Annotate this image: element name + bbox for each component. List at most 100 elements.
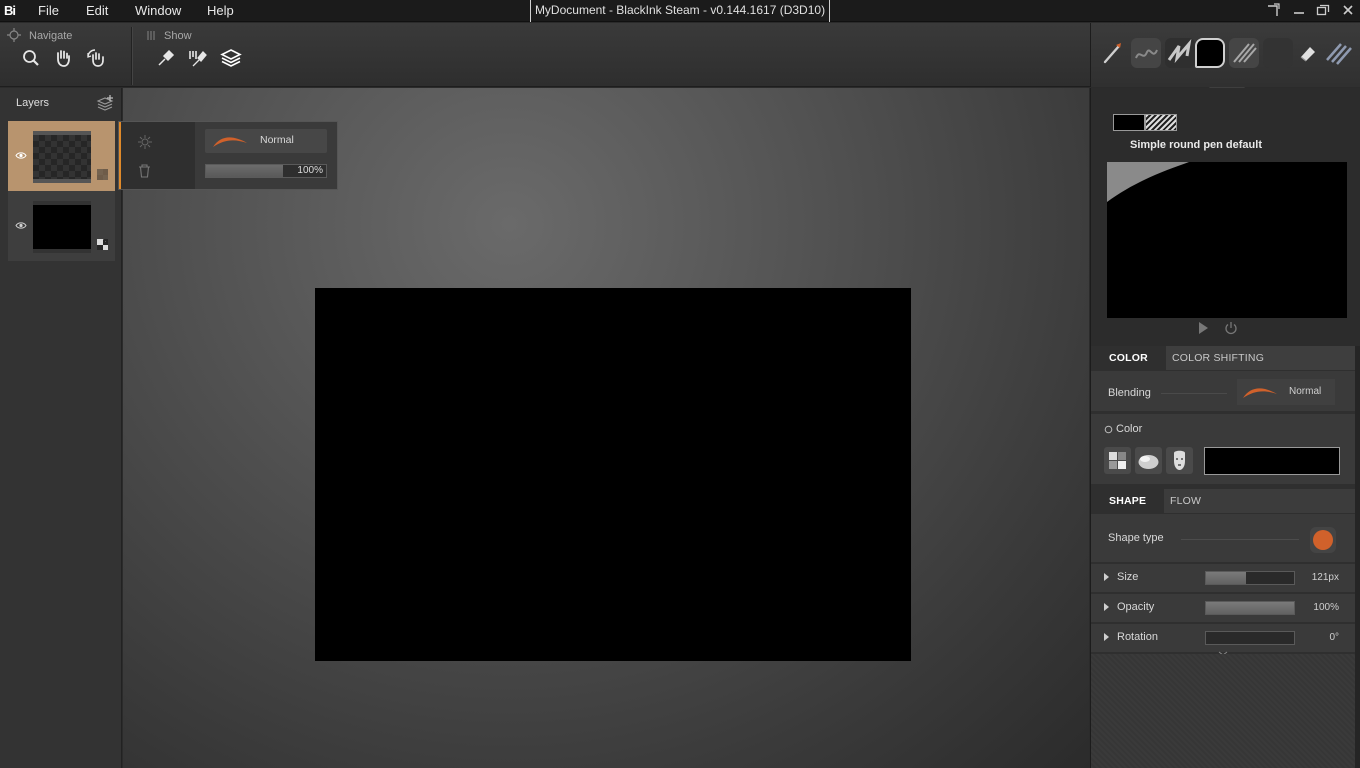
blackink-app: Bi File Edit Window Help MyDocument - Bl… — [0, 0, 1360, 768]
rotate-hand-icon[interactable] — [85, 47, 107, 69]
current-color-box[interactable] — [1204, 447, 1340, 475]
layer-properties-popup: Normal 100% — [118, 121, 338, 190]
show-layers-icon[interactable] — [220, 47, 242, 69]
color-from-image-button[interactable] — [1166, 447, 1193, 474]
blending-row: Blending Normal — [1091, 371, 1355, 411]
minimize-icon[interactable] — [1291, 2, 1307, 18]
layer-row-1[interactable] — [8, 121, 115, 191]
blending-divider — [1161, 393, 1227, 394]
layer-thumbnail-black — [33, 201, 91, 253]
hatch-preset[interactable] — [1229, 38, 1259, 68]
opacity-slider-fill — [1206, 602, 1294, 614]
color-grid-picker-button[interactable] — [1104, 447, 1131, 474]
drawing-canvas[interactable] — [315, 288, 911, 661]
shape-type-button[interactable] — [1310, 527, 1336, 553]
layer-effects-icon[interactable] — [137, 134, 153, 150]
play-preview-icon[interactable] — [1197, 321, 1209, 335]
restore-layout-icon[interactable] — [1265, 2, 1281, 18]
canvas-workspace[interactable] — [123, 88, 1089, 768]
layer-row-2[interactable] — [8, 191, 115, 261]
layer-opacity-slider[interactable]: 100% — [205, 164, 327, 178]
layer-thumbnail-transparent — [33, 131, 91, 183]
size-label: Size — [1117, 571, 1139, 583]
panel-scrollbar[interactable] — [1355, 346, 1360, 768]
layers-title: Layers — [16, 97, 50, 109]
scribble-preset[interactable] — [1131, 38, 1161, 68]
rotation-value: 0° — [1329, 632, 1339, 643]
tab-color-shifting[interactable]: COLOR SHIFTING — [1172, 346, 1264, 370]
primary-color-swatch[interactable] — [1113, 114, 1145, 131]
size-row[interactable]: Size 121px — [1091, 564, 1355, 592]
brush-stroke-preview — [1107, 162, 1347, 318]
rotation-slider[interactable] — [1205, 631, 1295, 645]
top-toolbar: Navigate Show — [0, 23, 1090, 87]
rotation-label: Rotation — [1117, 631, 1158, 643]
preview-power-icon[interactable] — [1224, 321, 1238, 335]
opacity-value: 100% — [1313, 602, 1339, 613]
menu-edit[interactable]: Edit — [86, 3, 108, 18]
texture-preset[interactable] — [1323, 38, 1353, 68]
show-brush-icon[interactable] — [155, 47, 177, 69]
navigate-icon — [7, 28, 21, 42]
brush-preview-area: Simple round pen default — [1091, 88, 1360, 346]
size-value: 121px — [1311, 572, 1339, 583]
show-brush-settings-icon[interactable] — [187, 47, 209, 69]
tab-flow[interactable]: FLOW — [1170, 489, 1201, 513]
shape-type-row: Shape type — [1091, 514, 1355, 562]
close-icon[interactable] — [1340, 2, 1356, 18]
layers-panel: Layers — [0, 88, 122, 768]
blending-label: Blending — [1108, 387, 1151, 399]
shape-type-label: Shape type — [1108, 532, 1164, 544]
color-radio-icon[interactable] — [1104, 425, 1113, 434]
color-tabs: COLOR COLOR SHIFTING — [1091, 346, 1360, 370]
layer-actions-column — [119, 122, 195, 189]
panel-empty-area — [1091, 654, 1355, 768]
opacity-slider[interactable] — [1205, 601, 1295, 615]
expand-opacity-icon[interactable] — [1104, 603, 1109, 611]
layer-transparency-icon[interactable] — [97, 239, 108, 250]
color-row: Color — [1091, 414, 1355, 484]
window-title: MyDocument - BlackInk Steam - v0.144.161… — [530, 0, 830, 22]
opacity-label: Opacity — [1117, 601, 1155, 613]
layer-opacity-value: 100% — [297, 165, 323, 176]
expand-size-icon[interactable] — [1104, 573, 1109, 581]
delete-layer-icon[interactable] — [138, 164, 151, 178]
layer-visibility-eye-icon[interactable] — [15, 221, 27, 230]
menu-file[interactable]: File — [38, 3, 59, 18]
title-bar: Bi File Edit Window Help MyDocument - Bl… — [0, 0, 1360, 22]
color-blend-mode-select[interactable]: Normal — [1237, 379, 1335, 405]
ink-preset[interactable] — [1165, 38, 1195, 68]
navigate-group-label: Navigate — [29, 30, 73, 42]
rotation-row[interactable]: Rotation 0° — [1091, 624, 1355, 652]
add-layer-icon[interactable] — [96, 94, 116, 112]
brush-presets-strip — [1090, 23, 1360, 95]
app-logo: Bi — [4, 3, 16, 18]
size-slider[interactable] — [1205, 571, 1295, 585]
expand-rotation-icon[interactable] — [1104, 633, 1109, 641]
pan-hand-icon[interactable] — [52, 47, 74, 69]
layer-blend-mode-value: Normal — [260, 134, 294, 146]
pen-preset-icon[interactable] — [1101, 40, 1125, 66]
brush-texture-swatch[interactable] — [1145, 114, 1177, 131]
brush-name: Simple round pen default — [1129, 139, 1262, 151]
blend-stroke-icon — [213, 137, 247, 147]
menu-help[interactable]: Help — [207, 3, 234, 18]
zoom-icon[interactable] — [20, 47, 42, 69]
eraser-preset-icon[interactable] — [1296, 41, 1320, 65]
blend-stroke-icon — [1243, 388, 1277, 398]
layer-visibility-eye-icon[interactable] — [15, 151, 27, 160]
tab-color[interactable]: COLOR — [1091, 346, 1166, 370]
soft-preset[interactable] — [1263, 38, 1293, 68]
menu-window[interactable]: Window — [135, 3, 181, 18]
simple-round-pen-preset[interactable] — [1195, 38, 1225, 68]
brush-settings-panel: Simple round pen default COLOR COLOR SHI… — [1090, 88, 1360, 768]
color-wheel-picker-button[interactable] — [1135, 447, 1162, 474]
layer-transparency-icon[interactable] — [97, 169, 108, 180]
maximize-icon[interactable] — [1315, 2, 1331, 18]
tab-shape[interactable]: SHAPE — [1091, 489, 1165, 513]
shape-tabs: SHAPE FLOW — [1091, 489, 1360, 513]
layer-blend-mode-select[interactable]: Normal — [205, 129, 327, 153]
opacity-row[interactable]: Opacity 100% — [1091, 594, 1355, 622]
toolbar-divider — [131, 27, 132, 85]
show-icon — [147, 31, 155, 40]
